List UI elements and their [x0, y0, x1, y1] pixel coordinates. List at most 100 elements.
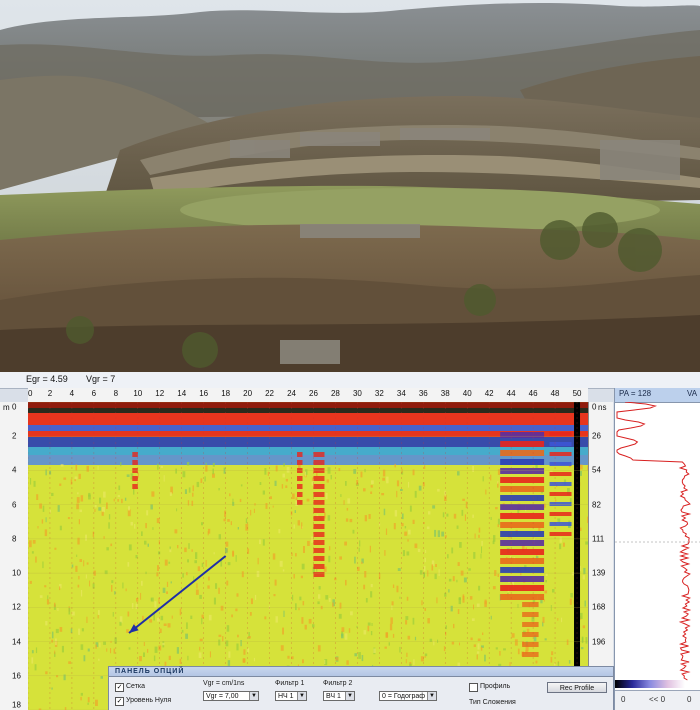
speckle [304, 624, 307, 630]
speckle [179, 658, 182, 664]
speckle [128, 506, 130, 511]
speckle [135, 603, 138, 610]
speckle [363, 584, 366, 590]
speckle [464, 514, 466, 521]
speckle [450, 605, 453, 612]
speckle [51, 492, 54, 496]
speckle [293, 524, 295, 529]
speckle [325, 493, 328, 500]
filter1-caption: Фильтр 1 [275, 680, 305, 687]
filter1-select[interactable]: НЧ 1 ▼ [275, 691, 307, 701]
speckle [328, 555, 331, 563]
pa-readout: PA = 128 [619, 389, 652, 398]
color-palette [615, 680, 685, 688]
speckle [169, 546, 171, 550]
speckle [442, 512, 445, 518]
landscape-photo [0, 0, 700, 372]
speckle [364, 571, 367, 578]
speckle [349, 518, 353, 523]
speckle [407, 635, 411, 640]
rec-profile-button[interactable]: Rec Profile [547, 682, 607, 693]
speckle [76, 497, 80, 503]
speckle [482, 632, 484, 635]
speckle [79, 509, 82, 513]
distance-tick-label: 44 [506, 389, 516, 398]
speckle [76, 503, 79, 510]
speckle [212, 462, 215, 467]
speckle [54, 650, 56, 655]
speckle [110, 648, 112, 654]
speckle [232, 550, 234, 557]
speckle [470, 637, 473, 641]
speckle [143, 652, 145, 657]
speckle [218, 634, 222, 637]
grid-checkbox[interactable]: ✓ [115, 683, 124, 692]
anomaly-stripe [313, 476, 325, 481]
speckle [194, 560, 197, 564]
reflection-band [28, 402, 588, 408]
speckle [585, 637, 588, 644]
distance-tick-label: 36 [418, 389, 428, 398]
speckle [99, 642, 101, 648]
speckle [218, 534, 221, 540]
speckle [468, 568, 471, 571]
profile-checkbox[interactable] [469, 683, 478, 692]
speckle [480, 647, 483, 651]
speckle [106, 648, 108, 652]
speckle [34, 664, 37, 671]
depth-tick-label: 16 [12, 671, 21, 681]
speckle [481, 546, 482, 554]
speckle [237, 634, 239, 638]
speckle [339, 602, 342, 609]
speckle [435, 564, 437, 567]
hodograph-select[interactable]: 0 = Годограф ▼ [379, 691, 437, 701]
profile-foot-right: 0 [687, 695, 692, 704]
speckle [354, 653, 358, 657]
filter2-select[interactable]: ВЧ 1 ▼ [323, 691, 355, 701]
vgr-select[interactable]: Vgr = 7,00 ▼ [203, 691, 259, 701]
speckle [427, 570, 429, 577]
speckle [328, 598, 331, 602]
speckle [316, 568, 318, 572]
speckle [33, 480, 36, 487]
speckle [300, 575, 303, 579]
speckle [350, 611, 353, 616]
speckle [451, 547, 454, 554]
speckle [282, 627, 284, 635]
speckle [240, 484, 243, 487]
speckle [54, 602, 56, 607]
speckle [274, 579, 277, 586]
speckle [581, 636, 584, 644]
speckle [412, 617, 415, 625]
speckle [54, 547, 57, 550]
speckle [437, 488, 440, 492]
speckle [392, 633, 395, 638]
speckle [472, 514, 474, 518]
speckle [542, 616, 545, 623]
hodograph-select-value: 0 = Годограф [382, 693, 426, 700]
speckle [459, 642, 460, 646]
speckle [42, 505, 45, 512]
edge-stripe [549, 432, 572, 436]
speckle [59, 586, 61, 591]
speckle [274, 480, 277, 486]
zero-level-checkbox[interactable]: ✓ [115, 697, 124, 706]
speckle [47, 595, 49, 600]
depth-tick-label: 2 [12, 431, 17, 441]
speckle [425, 549, 427, 553]
speckle [407, 539, 409, 542]
speckle [51, 687, 53, 690]
speckle [259, 539, 261, 545]
speckle [167, 623, 171, 628]
speckle [262, 490, 265, 495]
speckle [55, 628, 59, 634]
speckle [112, 612, 114, 617]
speckle [30, 478, 32, 485]
radargram[interactable] [28, 402, 588, 710]
speckle [388, 642, 390, 646]
speckle [544, 638, 547, 641]
depth-tick-label: 0 [12, 402, 17, 412]
speckle [412, 519, 415, 524]
options-panel-title: ПАНЕЛЬ ОПЦИЙ [109, 667, 613, 677]
profile-foot-left: 0 [621, 695, 626, 704]
